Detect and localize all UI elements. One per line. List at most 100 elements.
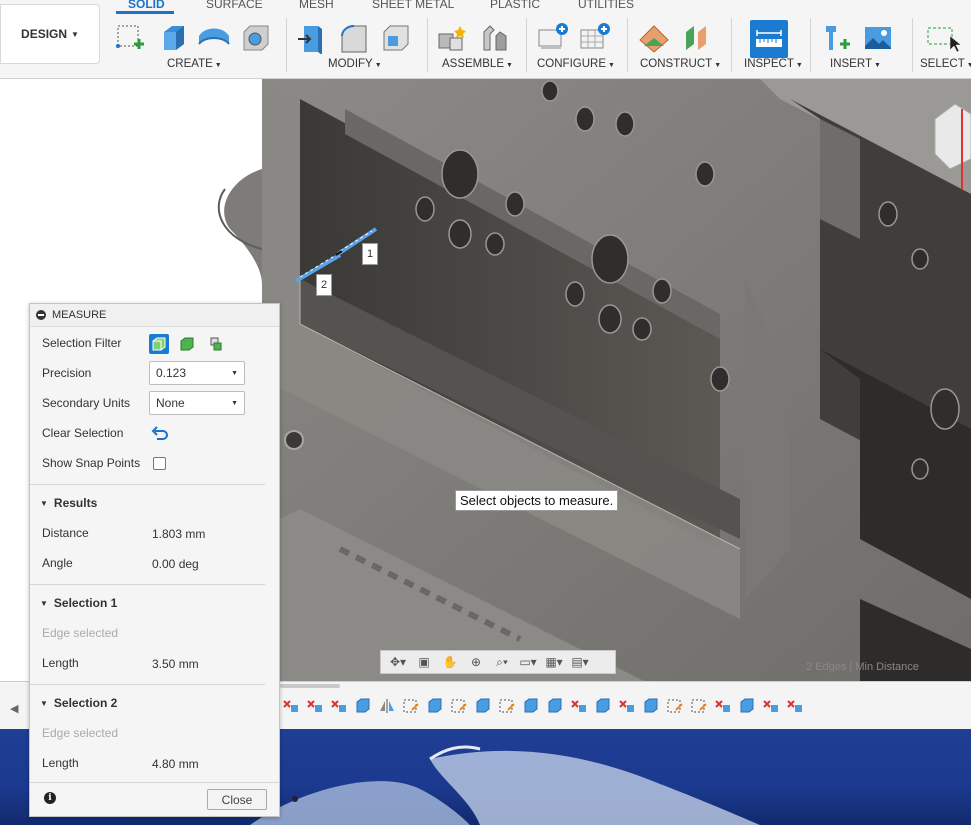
- timeline-sketch-icon[interactable]: [402, 698, 420, 714]
- viewports-icon[interactable]: ▤▾: [569, 653, 591, 671]
- display-settings-icon[interactable]: ▭▾: [517, 653, 539, 671]
- timeline-combine-icon[interactable]: [330, 698, 348, 714]
- divider: [526, 18, 527, 72]
- divider: [30, 584, 265, 585]
- chevron-down-icon: ▼: [71, 29, 79, 39]
- selection2-section[interactable]: ▼ Selection 2: [40, 696, 117, 710]
- hole-icon[interactable]: [238, 20, 274, 56]
- assemble-menu[interactable]: ASSEMBLE ▼: [442, 58, 513, 70]
- insert-mcmaster-icon[interactable]: [818, 20, 854, 56]
- workspace-switcher[interactable]: DESIGN ▼: [0, 4, 100, 64]
- precision-value: 0.123: [156, 366, 187, 380]
- chevron-down-icon: ▼: [231, 400, 238, 407]
- pan-icon[interactable]: ✋: [439, 653, 461, 671]
- configure-menu[interactable]: CONFIGURE ▼: [537, 58, 615, 70]
- collapse-icon[interactable]: [36, 310, 46, 320]
- tab-plastic[interactable]: PLASTIC: [490, 0, 540, 11]
- timeline-combine-icon[interactable]: [618, 698, 636, 714]
- timeline-combine-icon[interactable]: [306, 698, 324, 714]
- show-snap-points-checkbox[interactable]: [153, 457, 166, 470]
- timeline-combine-icon[interactable]: [282, 698, 300, 714]
- tab-mesh[interactable]: MESH: [299, 0, 334, 11]
- timeline-extrude-icon[interactable]: [642, 698, 660, 714]
- create-menu[interactable]: CREATE ▼: [167, 58, 222, 70]
- group-insert: INSERT ▼: [818, 14, 908, 74]
- tab-solid[interactable]: SOLID: [128, 0, 165, 11]
- construct-menu[interactable]: CONSTRUCT ▼: [640, 58, 721, 70]
- grid-icon[interactable]: ▦▾: [543, 653, 565, 671]
- chevron-down-icon: ▼: [231, 370, 238, 377]
- create-label: CREATE: [167, 58, 213, 70]
- new-component-icon[interactable]: [434, 20, 470, 56]
- filter-face-icon[interactable]: [149, 334, 169, 354]
- timeline-extrude-icon[interactable]: [426, 698, 444, 714]
- precision-label: Precision: [42, 366, 92, 380]
- results-section[interactable]: ▼ Results: [40, 496, 97, 510]
- tab-sheet-metal[interactable]: SHEET METAL: [372, 0, 454, 11]
- shell-icon[interactable]: [378, 20, 414, 56]
- select-menu[interactable]: SELECT ▼: [920, 58, 971, 70]
- look-at-icon[interactable]: ▣: [413, 653, 435, 671]
- timeline-combine-icon[interactable]: [762, 698, 780, 714]
- measure-panel: MEASURE Selection Filter Precision 0.123…: [29, 303, 280, 817]
- filter-component-icon[interactable]: [206, 334, 226, 354]
- edge-marker-2: 2: [316, 274, 332, 296]
- orbit-icon[interactable]: ✥▾: [387, 653, 409, 671]
- dimension-value: 1.803: [309, 232, 342, 247]
- fit-icon[interactable]: ⌕▾: [491, 653, 513, 671]
- info-icon[interactable]: i: [44, 792, 56, 804]
- navigation-bar: ✥▾ ▣ ✋ ⊕ ⌕▾ ▭▾ ▦▾ ▤▾: [380, 650, 616, 674]
- divider: [627, 18, 628, 72]
- timeline-combine-icon[interactable]: [714, 698, 732, 714]
- joint-icon[interactable]: [476, 20, 512, 56]
- configure-table-icon[interactable]: [576, 20, 612, 56]
- timeline-extrude-icon[interactable]: [546, 698, 564, 714]
- select-label: SELECT: [920, 58, 965, 70]
- timeline-combine-icon[interactable]: [786, 698, 804, 714]
- measure-ruler-icon[interactable]: [750, 20, 788, 58]
- configure-icon[interactable]: [534, 20, 570, 56]
- collapse-triangle-icon: ▼: [40, 598, 48, 608]
- timeline-extrude-icon[interactable]: [594, 698, 612, 714]
- timeline-scrollbar[interactable]: [280, 684, 340, 688]
- secondary-units-select[interactable]: None ▼: [149, 391, 245, 415]
- timeline-prev-icon[interactable]: ◀: [10, 702, 18, 715]
- clear-selection-icon[interactable]: [151, 425, 169, 444]
- timeline-extrude-icon[interactable]: [354, 698, 372, 714]
- press-pull-icon[interactable]: [294, 20, 330, 56]
- tab-utilities[interactable]: UTILITIES: [578, 0, 634, 11]
- selection2-length-label: Length: [42, 756, 79, 770]
- insert-menu[interactable]: INSERT ▼: [830, 58, 881, 70]
- timeline-extrude-icon[interactable]: [738, 698, 756, 714]
- chevron-down-icon: ▼: [374, 62, 382, 69]
- filter-body-icon[interactable]: [177, 334, 197, 354]
- timeline-sketch-icon[interactable]: [450, 698, 468, 714]
- timeline-extrude-icon[interactable]: [474, 698, 492, 714]
- group-select: SELECT ▼: [918, 14, 971, 74]
- extrude-icon[interactable]: [154, 20, 190, 56]
- zoom-icon[interactable]: ⊕: [465, 653, 487, 671]
- close-button[interactable]: Close: [207, 789, 267, 810]
- timeline-sketch-icon[interactable]: [690, 698, 708, 714]
- precision-select[interactable]: 0.123 ▼: [149, 361, 245, 385]
- fillet-icon[interactable]: [336, 20, 372, 56]
- timeline-extrude-icon[interactable]: [522, 698, 540, 714]
- timeline-sketch-icon[interactable]: [498, 698, 516, 714]
- selection1-label: Selection 1: [53, 596, 118, 610]
- timeline-mirror-icon[interactable]: [378, 698, 396, 714]
- timeline-combine-icon[interactable]: [570, 698, 588, 714]
- midplane-icon[interactable]: [678, 20, 714, 56]
- offset-plane-icon[interactable]: [636, 20, 672, 56]
- inspect-menu[interactable]: INSPECT ▼: [744, 58, 803, 70]
- tab-surface[interactable]: SURFACE: [206, 0, 263, 11]
- modify-menu[interactable]: MODIFY ▼: [328, 58, 382, 70]
- revolve-icon[interactable]: [196, 20, 232, 56]
- canvas-image-icon[interactable]: [860, 20, 896, 56]
- timeline-sketch-icon[interactable]: [666, 698, 684, 714]
- angle-value: 0.00 deg: [152, 557, 199, 571]
- select-icon[interactable]: [924, 20, 960, 56]
- divider: [286, 18, 287, 72]
- sketch-icon[interactable]: [112, 20, 148, 56]
- group-assemble: ASSEMBLE ▼: [434, 14, 524, 74]
- selection1-section[interactable]: ▼ Selection 1: [40, 596, 117, 610]
